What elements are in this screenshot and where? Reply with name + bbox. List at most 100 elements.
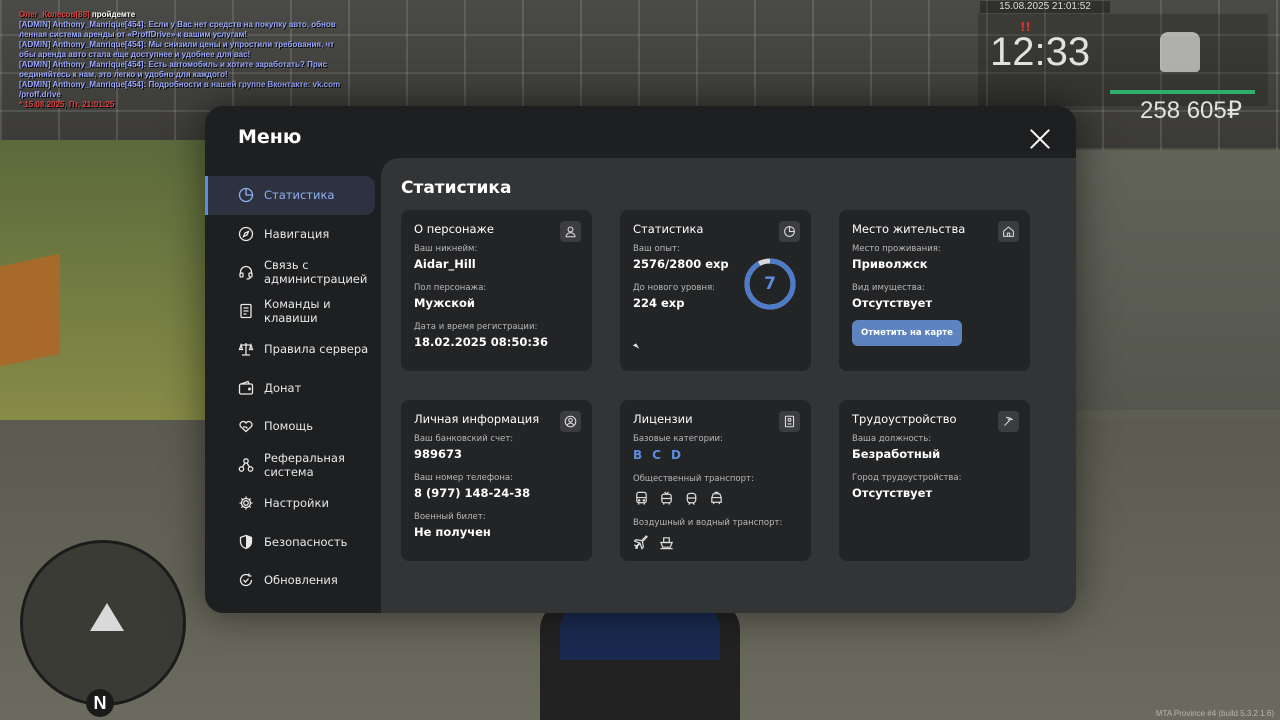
registration-label: Дата и время регистрации:	[414, 322, 538, 332]
id-card-icon	[779, 411, 800, 432]
public-transport-label: Общественный транспорт:	[633, 474, 754, 484]
close-button[interactable]	[1029, 128, 1051, 150]
game-wall-right	[1070, 150, 1280, 410]
sidebar-item-label: Настройки	[264, 496, 329, 511]
sidebar-item-label: Статистика	[264, 188, 335, 203]
sidebar-item-statistics[interactable]: Статистика	[205, 176, 375, 215]
sidebar-item-commands[interactable]: Команды и клавиши	[205, 292, 381, 331]
card-title: О персонаже	[414, 222, 494, 236]
taxi-icon	[708, 490, 724, 506]
licenses-card: Лицензии Базовые категории: B C D Общест…	[620, 400, 811, 561]
user-icon	[560, 221, 581, 242]
compass-icon	[238, 226, 254, 242]
public-transport-icons	[633, 490, 798, 506]
sidebar-item-label: Связь с администрацией	[264, 258, 368, 287]
heart-hand-icon	[238, 418, 254, 434]
airplane-icon	[633, 534, 649, 550]
sidebar-item-label: Донат	[264, 380, 302, 395]
property-value: Отсутствует	[852, 296, 933, 310]
card-title: Статистика	[633, 222, 704, 236]
chat-line: [ADMIN] Anthony_Manrique[454]: Подробнос…	[19, 80, 341, 89]
pie-chart-icon	[779, 221, 800, 242]
air-water-icons	[633, 534, 798, 550]
sidebar-item-referral[interactable]: Реферальная система	[205, 446, 381, 485]
license-categories: B C D	[633, 448, 798, 462]
work-city-label: Город трудоустройства:	[852, 473, 962, 483]
place-label: Место проживания:	[852, 244, 941, 254]
bank-label: Ваш банковский счет:	[414, 434, 514, 444]
bus-icon	[633, 490, 649, 506]
chat-player-name: Олег_Колесов[88]	[19, 10, 90, 19]
sidebar-item-admin-contact[interactable]: Связь с администрацией	[205, 253, 381, 292]
chat-line: [ADMIN] Anthony_Manrique[454]: Если у Ва…	[19, 20, 336, 29]
network-icon	[238, 457, 254, 473]
license-category: D	[670, 448, 681, 462]
military-value: Не получен	[414, 525, 491, 539]
registration-value: 18.02.2025 08:50:36	[414, 335, 548, 349]
mark-on-map-button[interactable]: Отметить на карте	[852, 320, 962, 346]
chat-line: ленная система аренды от «ProffDrive» к …	[19, 30, 248, 39]
hud-date: 15.08.2025 21:01:52	[980, 1, 1110, 13]
sidebar-item-label: Помощь	[264, 419, 314, 434]
menu-modal: Меню Статистика Навигация Связь с админи…	[205, 106, 1076, 613]
work-city-value: Отсутствует	[852, 486, 933, 500]
menu-title: Меню	[238, 126, 302, 148]
shield-icon	[238, 534, 254, 550]
nickname-value: Aidar_Hill	[414, 257, 476, 271]
sidebar-item-security[interactable]: Безопасность	[205, 523, 381, 562]
card-title: Личная информация	[414, 412, 540, 426]
level-progress-ring: 7	[743, 257, 797, 311]
sidebar-item-label: Безопасность	[264, 534, 348, 549]
sidebar-item-rules[interactable]: Правила сервера	[205, 330, 381, 369]
sidebar-item-label: Команды и клавиши	[264, 296, 331, 325]
sidebar-item-updates[interactable]: Обновления	[205, 561, 381, 600]
chat-log: Олег_Колесов[88] пройдемте [ADMIN] Antho…	[19, 10, 349, 110]
exp-label: Ваш опыт:	[633, 244, 680, 254]
card-title: Трудоустройство	[852, 412, 957, 426]
residence-card: Место жительства Место проживания: Приво…	[839, 210, 1030, 371]
place-value: Приволжск	[852, 257, 928, 271]
military-label: Военный билет:	[414, 512, 486, 522]
property-label: Вид имущества:	[852, 283, 925, 293]
sidebar-item-label: Реферальная система	[264, 450, 345, 479]
chat-line: [ADMIN] Anthony_Manrique[454]: Мы снизил…	[19, 40, 335, 49]
license-category: B	[633, 448, 643, 462]
chat-line: оединяйтесь к нам, это легко и удобно дл…	[19, 70, 228, 79]
game-wall-left	[0, 140, 210, 440]
boat-icon	[658, 534, 674, 550]
sidebar-item-help[interactable]: Помощь	[205, 407, 381, 446]
wallet-icon	[238, 380, 254, 396]
bank-value: 989673	[414, 447, 463, 461]
server-build: MTA Province #4 (build 5.3.2 1.6)	[1155, 709, 1274, 718]
hud-money: 258 605₽	[1140, 97, 1243, 124]
position-value: Безработный	[852, 447, 941, 461]
nickname-label: Ваш никнейм:	[414, 244, 478, 254]
sidebar-item-settings[interactable]: Настройки	[205, 484, 381, 523]
page-title: Статистика	[401, 178, 512, 198]
document-icon	[238, 303, 254, 319]
refresh-check-icon	[238, 572, 254, 588]
sidebar-item-navigation[interactable]: Навигация	[205, 215, 381, 254]
license-category: C	[652, 448, 661, 462]
tram-icon	[683, 490, 699, 506]
employment-card: Трудоустройство Ваша должность: Безработ…	[839, 400, 1030, 561]
chat-line: /proff.drive	[19, 90, 61, 99]
pickaxe-icon	[998, 411, 1019, 432]
basic-categories-label: Базовые категории:	[633, 434, 723, 444]
gender-value: Мужской	[414, 296, 475, 310]
health-bar	[1110, 90, 1255, 94]
hud-clock: 12:33	[990, 30, 1091, 74]
sidebar-item-donate[interactable]: Донат	[205, 369, 381, 408]
player-character	[540, 600, 740, 720]
sidebar: Статистика Навигация Связь с администрац…	[205, 176, 381, 600]
scales-icon	[238, 341, 254, 357]
fist-weapon-icon	[1160, 32, 1200, 72]
air-water-label: Воздушный и водный транспорт:	[633, 518, 783, 528]
chat-line: Олег_Колесов[88] пройдемте	[19, 10, 349, 20]
chat-line: обы аренда авто стала еще доступнее и уд…	[19, 50, 251, 59]
chat-message: пройдемте	[89, 10, 136, 19]
user-circle-icon	[560, 411, 581, 432]
gender-label: Пол персонажа:	[414, 283, 487, 293]
stats-card: Статистика Ваш опыт: 2576/2800 exp До но…	[620, 210, 811, 371]
mouse-cursor-icon	[632, 343, 640, 351]
